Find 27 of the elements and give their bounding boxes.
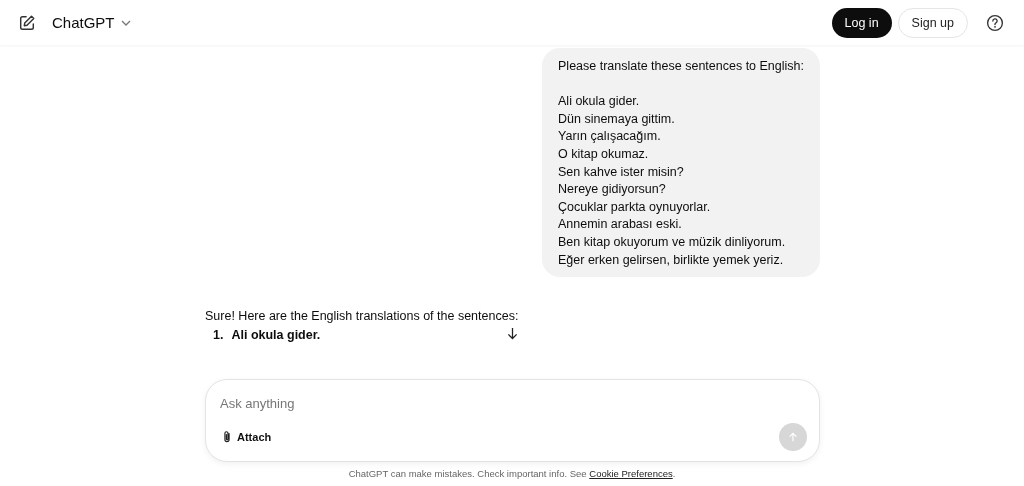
message-text: Please translate these sentences to English:: [558, 58, 804, 75]
message-text: Çocuklar parkta oynuyorlar.: [558, 198, 712, 216]
cookie-preferences-link[interactable]: Cookie Preferences: [589, 468, 673, 479]
message-text: O kitap okumaz.: [558, 145, 650, 163]
message-input[interactable]: Ask anything Attach: [205, 379, 820, 462]
scroll-down-icon[interactable]: [507, 327, 518, 341]
message-text: Nereye gidiyorsun?: [558, 181, 667, 199]
message-text: Ali okula gider.: [558, 93, 641, 111]
message-text: Yarın çalışacağım.: [558, 128, 662, 146]
message-text: Annemin arabası eski.: [558, 216, 683, 234]
chevron-down-icon: [120, 19, 131, 26]
signup-button[interactable]: Sign up: [897, 7, 968, 38]
disclaimer-text: ChatGPT can make mistakes. Check important info. See Cookie Preferences.: [348, 468, 676, 479]
arrow-up-icon: [788, 432, 798, 442]
message-text: Dün sinemaya gittim.: [558, 110, 676, 128]
message-text: Sen kahve ister misin?: [558, 163, 685, 181]
help-icon[interactable]: [986, 13, 1004, 32]
model-selector[interactable]: ChatGPT: [52, 10, 131, 35]
paperclip-icon: [222, 430, 232, 444]
list-number: 1.: [213, 327, 224, 344]
new-chat-icon[interactable]: [18, 13, 36, 32]
message-text: Ben kitap okuyorum ve müzik dinliyorum.: [558, 233, 787, 251]
message-text: Eğer erken gelirsen, birlikte yemek yeriz.: [558, 251, 785, 269]
response-text: Sure! Here are the English translations of the sentences:: [205, 308, 520, 326]
attach-button[interactable]: Attach: [220, 428, 274, 446]
list-item-text: Ali okula gider.: [231, 327, 321, 344]
login-button[interactable]: Log in: [831, 7, 892, 38]
